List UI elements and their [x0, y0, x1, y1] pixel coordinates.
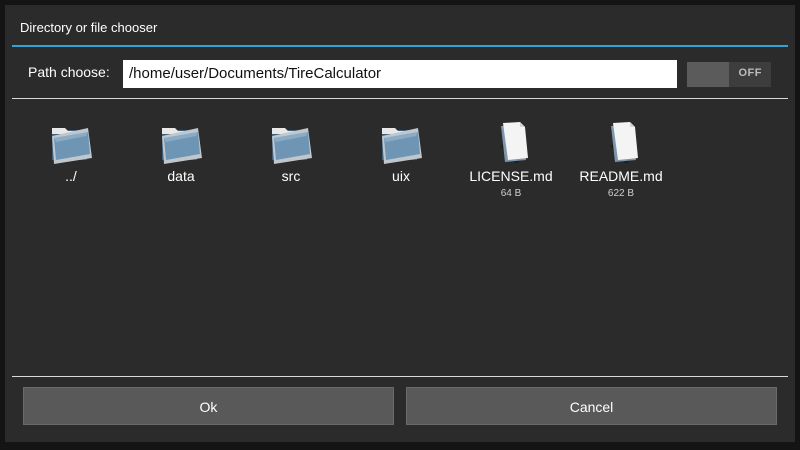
entry-name: LICENSE.md: [469, 168, 553, 184]
file-icon: [500, 122, 528, 164]
folder-entry-src[interactable]: src: [236, 120, 346, 188]
file-chooser-dialog: Directory or file chooser Path choose: /…: [5, 5, 795, 442]
toggle-label: OFF: [738, 67, 762, 79]
path-input[interactable]: /home/user/Documents/TireCalculator: [123, 60, 677, 88]
folder-icon: [272, 128, 312, 164]
title-separator: [12, 45, 788, 47]
file-grid: ../ data src uix LICENSE.md 64 B README.…: [5, 120, 795, 380]
entry-name: data: [167, 168, 195, 184]
folder-entry-parent[interactable]: ../: [16, 120, 126, 188]
folder-icon: [52, 128, 92, 164]
folder-entry-data[interactable]: data: [126, 120, 236, 188]
entry-size: 622 B: [607, 188, 635, 199]
entry-size: 64 B: [500, 188, 522, 199]
file-entry-readme[interactable]: README.md 622 B: [566, 120, 676, 199]
dialog-title: Directory or file chooser: [20, 20, 158, 35]
entry-name: src: [281, 168, 301, 184]
path-label: Path choose:: [28, 64, 110, 80]
cancel-button[interactable]: Cancel: [406, 387, 777, 425]
folder-entry-uix[interactable]: uix: [346, 120, 456, 188]
file-icon: [610, 122, 638, 164]
toggle-knob[interactable]: [687, 62, 729, 87]
footer-separator: [12, 376, 788, 377]
entry-name: README.md: [579, 168, 663, 184]
file-entry-license[interactable]: LICENSE.md 64 B: [456, 120, 566, 199]
folder-icon: [162, 128, 202, 164]
show-hidden-toggle[interactable]: OFF: [687, 62, 771, 87]
entry-name: ../: [65, 168, 77, 184]
entry-name: uix: [392, 168, 410, 184]
ok-button[interactable]: Ok: [23, 387, 394, 425]
content-separator: [12, 98, 788, 99]
folder-icon: [382, 128, 422, 164]
